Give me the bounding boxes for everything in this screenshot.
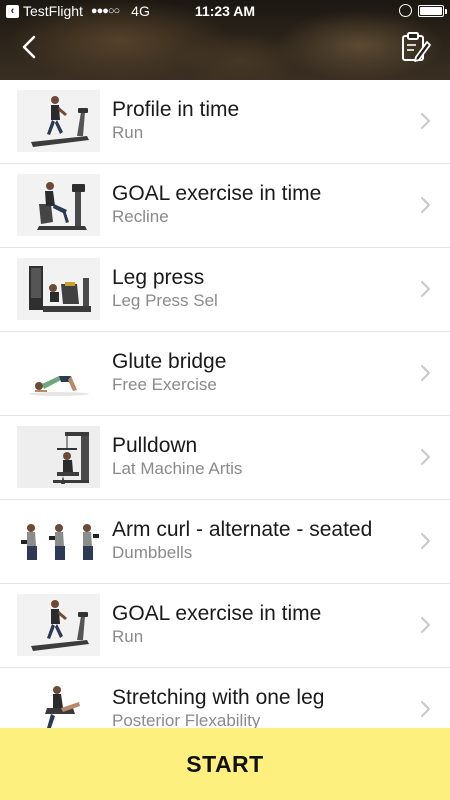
chevron-left-icon [22,35,36,59]
chevron-right-icon [421,533,430,549]
exercise-equipment: Free Exercise [112,375,217,394]
exercise-equipment: Leg Press Sel [112,291,218,310]
notes-button[interactable] [398,30,432,64]
exercise-title: Pulldown [112,434,198,457]
exercise-row[interactable]: GOAL exercise in time Run [0,584,450,668]
exercise-title: GOAL exercise in time [112,182,322,205]
clipboard-edit-icon [402,32,431,62]
exercise-equipment: Lat Machine Artis [112,459,243,478]
chevron-right-icon [421,701,430,717]
chevron-right-icon [421,365,430,381]
exercise-row[interactable]: Profile in time Run [0,80,450,164]
exercise-row[interactable]: Glute bridge Free Exercise [0,332,450,416]
orientation-lock-icon [399,4,412,17]
exercise-title: GOAL exercise in time [112,602,322,625]
exercise-title: Glute bridge [112,350,227,373]
exercise-equipment: Run [112,627,144,646]
exercise-row[interactable]: Pulldown Lat Machine Artis [0,416,450,500]
exercise-title: Leg press [112,266,205,289]
glute-bridge-thumbnail [17,342,100,404]
exercise-row[interactable]: GOAL exercise in time Recline [0,164,450,248]
header-bar: ‹ TestFlight ●●●○○ 4G 11:23 AM [0,0,450,80]
status-right [399,4,447,17]
chevron-right-icon [421,617,430,633]
clock: 11:23 AM [194,3,256,19]
battery-icon [418,4,447,17]
exercise-title: Arm curl - alternate - seated [112,518,373,541]
chevron-right-icon [421,197,430,213]
recumbent-bike-thumbnail [17,174,100,236]
leg-press-thumbnail [17,258,100,320]
exercise-row[interactable]: Leg press Leg Press Sel [0,248,450,332]
treadmill-thumbnail [17,594,100,656]
exercise-equipment: Run [112,123,144,142]
status-bar: ‹ TestFlight ●●●○○ 4G 11:23 AM [0,0,450,24]
lat-machine-thumbnail [17,426,100,488]
start-button[interactable]: START [0,728,450,800]
chevron-right-icon [421,449,430,465]
dumbbell-curl-thumbnail [17,510,100,572]
exercise-equipment: Recline [112,207,169,226]
chevron-right-icon [421,113,430,129]
exercise-title: Profile in time [112,98,240,121]
start-button-label: START [186,750,264,777]
exercise-list: Profile in time Run GOAL exercise in tim… [0,80,450,752]
exercise-title: Stretching with one leg [112,686,325,709]
exercise-row[interactable]: Arm curl - alternate - seated Dumbbells [0,500,450,584]
back-button[interactable] [16,30,46,64]
chevron-right-icon [421,281,430,297]
treadmill-thumbnail [17,90,100,152]
exercise-equipment: Dumbbells [112,543,193,562]
